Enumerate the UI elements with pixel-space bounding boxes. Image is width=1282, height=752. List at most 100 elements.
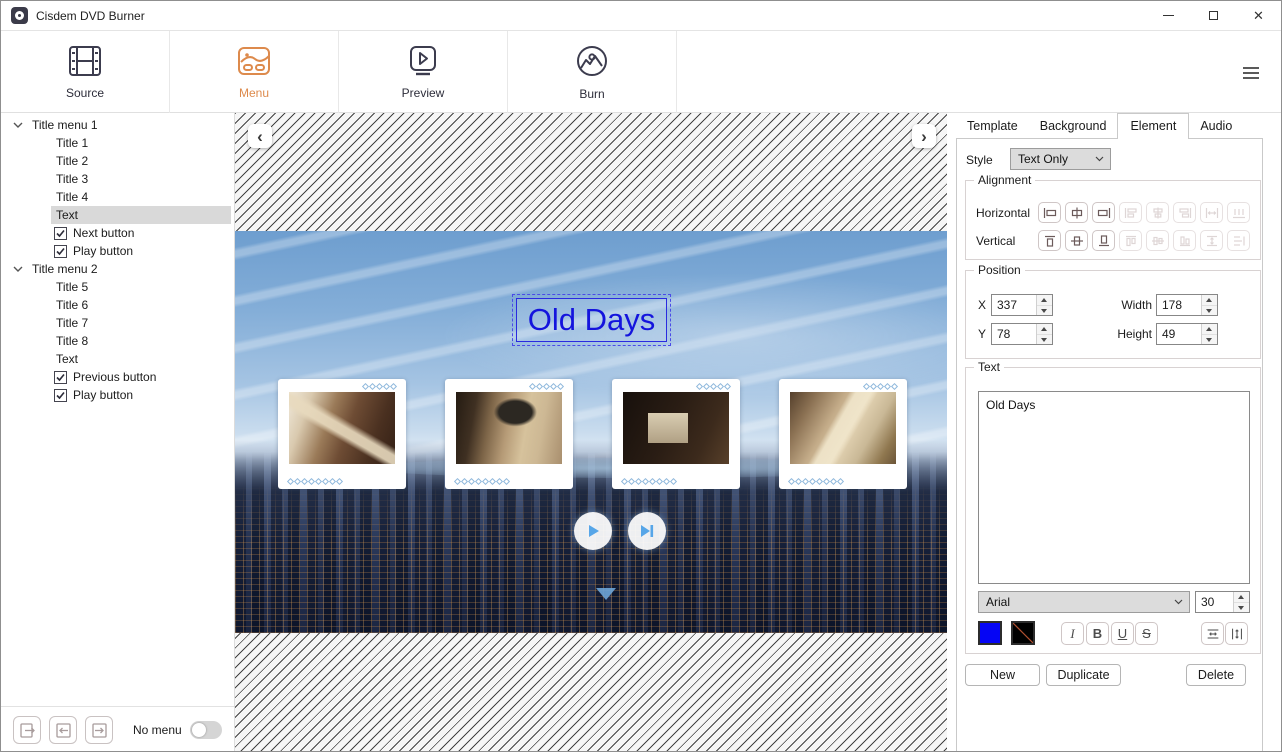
outline-color-swatch[interactable] (1011, 621, 1035, 645)
tree-group-title-menu-1[interactable]: Title menu 1 (1, 116, 234, 134)
font-size-spinner[interactable] (1233, 592, 1249, 612)
y-value[interactable]: 78 (992, 324, 1036, 344)
dvd-menu-preview[interactable]: Old Days (235, 231, 947, 633)
move-out-button[interactable] (13, 716, 41, 744)
menu-next-button[interactable] (628, 512, 666, 550)
tree-item-title-7[interactable]: Title 7 (1, 314, 234, 332)
no-menu-toggle[interactable] (189, 721, 222, 739)
checkbox-checked-icon[interactable] (54, 370, 67, 384)
width-value[interactable]: 178 (1157, 295, 1201, 315)
strikethrough-button[interactable]: S (1135, 622, 1158, 645)
title-thumbnail-3[interactable] (612, 379, 740, 489)
underline-button[interactable]: U (1111, 622, 1134, 645)
toolbar-source-button[interactable]: Source (1, 31, 170, 113)
previous-template-button[interactable]: ‹ (248, 124, 272, 148)
align-left-button[interactable] (1038, 202, 1061, 223)
italic-button[interactable]: I (1061, 622, 1084, 645)
sidebar-footer: No menu (1, 706, 234, 751)
tab-audio[interactable]: Audio (1189, 116, 1243, 138)
x-label: X (978, 298, 987, 312)
height-value[interactable]: 49 (1157, 324, 1201, 344)
tree-item-label: Title 7 (56, 316, 89, 330)
tree-item-title-1[interactable]: Title 1 (1, 134, 234, 152)
menu-play-button[interactable] (574, 512, 612, 550)
tree-item-title-6[interactable]: Title 6 (1, 296, 234, 314)
align-bottom-button[interactable] (1092, 230, 1115, 251)
toolbar-menu-button[interactable]: Menu (170, 31, 339, 113)
tree-item-previous-button[interactable]: Previous button (1, 368, 234, 386)
text-group-title: Text (974, 360, 1005, 374)
bold-button[interactable]: B (1086, 622, 1109, 645)
tab-element[interactable]: Element (1117, 113, 1190, 139)
checkbox-checked-icon[interactable] (54, 244, 67, 258)
title-thumbnail-1[interactable] (278, 379, 406, 489)
tree-item-text-selected[interactable]: Text (51, 206, 231, 224)
align-right-button[interactable] (1092, 202, 1115, 223)
chevron-down-icon[interactable] (13, 119, 25, 131)
new-button[interactable]: New (965, 664, 1040, 686)
toolbar-preview-button[interactable]: Preview (339, 31, 508, 113)
chain-decor-icon (695, 382, 732, 391)
tree-item-title-4[interactable]: Title 4 (1, 188, 234, 206)
tree-item-next-button[interactable]: Next button (1, 224, 234, 242)
text-content-input[interactable]: Old Days (978, 391, 1250, 584)
title-thumbnail-4[interactable] (779, 379, 907, 489)
move-in-left-button[interactable] (49, 716, 77, 744)
tab-template[interactable]: Template (956, 116, 1029, 138)
chain-decor-icon (286, 477, 344, 486)
tree-item-play-button-2[interactable]: Play button (1, 386, 234, 404)
menu-title-text-element[interactable]: Old Days (512, 294, 671, 346)
x-input[interactable]: 337 (991, 294, 1053, 316)
tree-item-title-5[interactable]: Title 5 (1, 278, 234, 296)
y-spinner[interactable] (1036, 324, 1052, 344)
chain-decor-icon (361, 382, 398, 391)
distribute-v-button (1200, 230, 1223, 251)
width-input[interactable]: 178 (1156, 294, 1218, 316)
app-window: Cisdem DVD Burner ✕ Source Menu Preview … (0, 0, 1282, 752)
align-top-button[interactable] (1038, 230, 1061, 251)
char-spacing-button[interactable] (1225, 622, 1248, 645)
close-button[interactable]: ✕ (1236, 1, 1281, 30)
filmstrip-icon (67, 45, 103, 82)
height-input[interactable]: 49 (1156, 323, 1218, 345)
align-objects-left-button (1119, 202, 1142, 223)
horizontal-align-row: Horizontal (976, 202, 1254, 223)
text-color-swatch[interactable] (978, 621, 1002, 645)
font-size-value[interactable]: 30 (1196, 592, 1233, 612)
font-dropdown[interactable]: Arial (978, 591, 1190, 613)
toolbar-burn-button[interactable]: Burn (508, 31, 677, 113)
checkbox-checked-icon[interactable] (54, 388, 67, 402)
checkbox-checked-icon[interactable] (54, 226, 67, 240)
close-icon: ✕ (1253, 7, 1264, 23)
alignment-group-title: Alignment (974, 173, 1036, 187)
tree-item-text-2[interactable]: Text (1, 350, 234, 368)
move-in-right-button[interactable] (85, 716, 113, 744)
maximize-button[interactable] (1191, 1, 1236, 30)
height-spinner[interactable] (1201, 324, 1217, 344)
width-spinner[interactable] (1201, 295, 1217, 315)
tree-item-title-8[interactable]: Title 8 (1, 332, 234, 350)
style-dropdown[interactable]: Text Only (1010, 148, 1111, 170)
tree-item-title-3[interactable]: Title 3 (1, 170, 234, 188)
y-input[interactable]: 78 (991, 323, 1053, 345)
line-spacing-button[interactable] (1201, 622, 1224, 645)
scroll-down-arrow-icon[interactable] (596, 588, 616, 600)
delete-button[interactable]: Delete (1186, 664, 1246, 686)
hamburger-icon[interactable] (1243, 64, 1259, 82)
tree-item-play-button-1[interactable]: Play button (1, 242, 234, 260)
x-value[interactable]: 337 (992, 295, 1036, 315)
align-center-h-button[interactable] (1065, 202, 1088, 223)
play-icon (588, 525, 599, 537)
tree-group-title-menu-2[interactable]: Title menu 2 (1, 260, 234, 278)
duplicate-button[interactable]: Duplicate (1046, 664, 1121, 686)
align-middle-button[interactable] (1065, 230, 1088, 251)
text-group: Text Old Days Arial 30 I B U S (965, 360, 1261, 654)
next-template-button[interactable]: › (912, 124, 936, 148)
font-size-input[interactable]: 30 (1195, 591, 1250, 613)
title-thumbnail-2[interactable] (445, 379, 573, 489)
tab-background[interactable]: Background (1029, 116, 1118, 138)
x-spinner[interactable] (1036, 295, 1052, 315)
tree-item-title-2[interactable]: Title 2 (1, 152, 234, 170)
minimize-button[interactable] (1146, 1, 1191, 30)
chevron-down-icon[interactable] (13, 263, 25, 275)
